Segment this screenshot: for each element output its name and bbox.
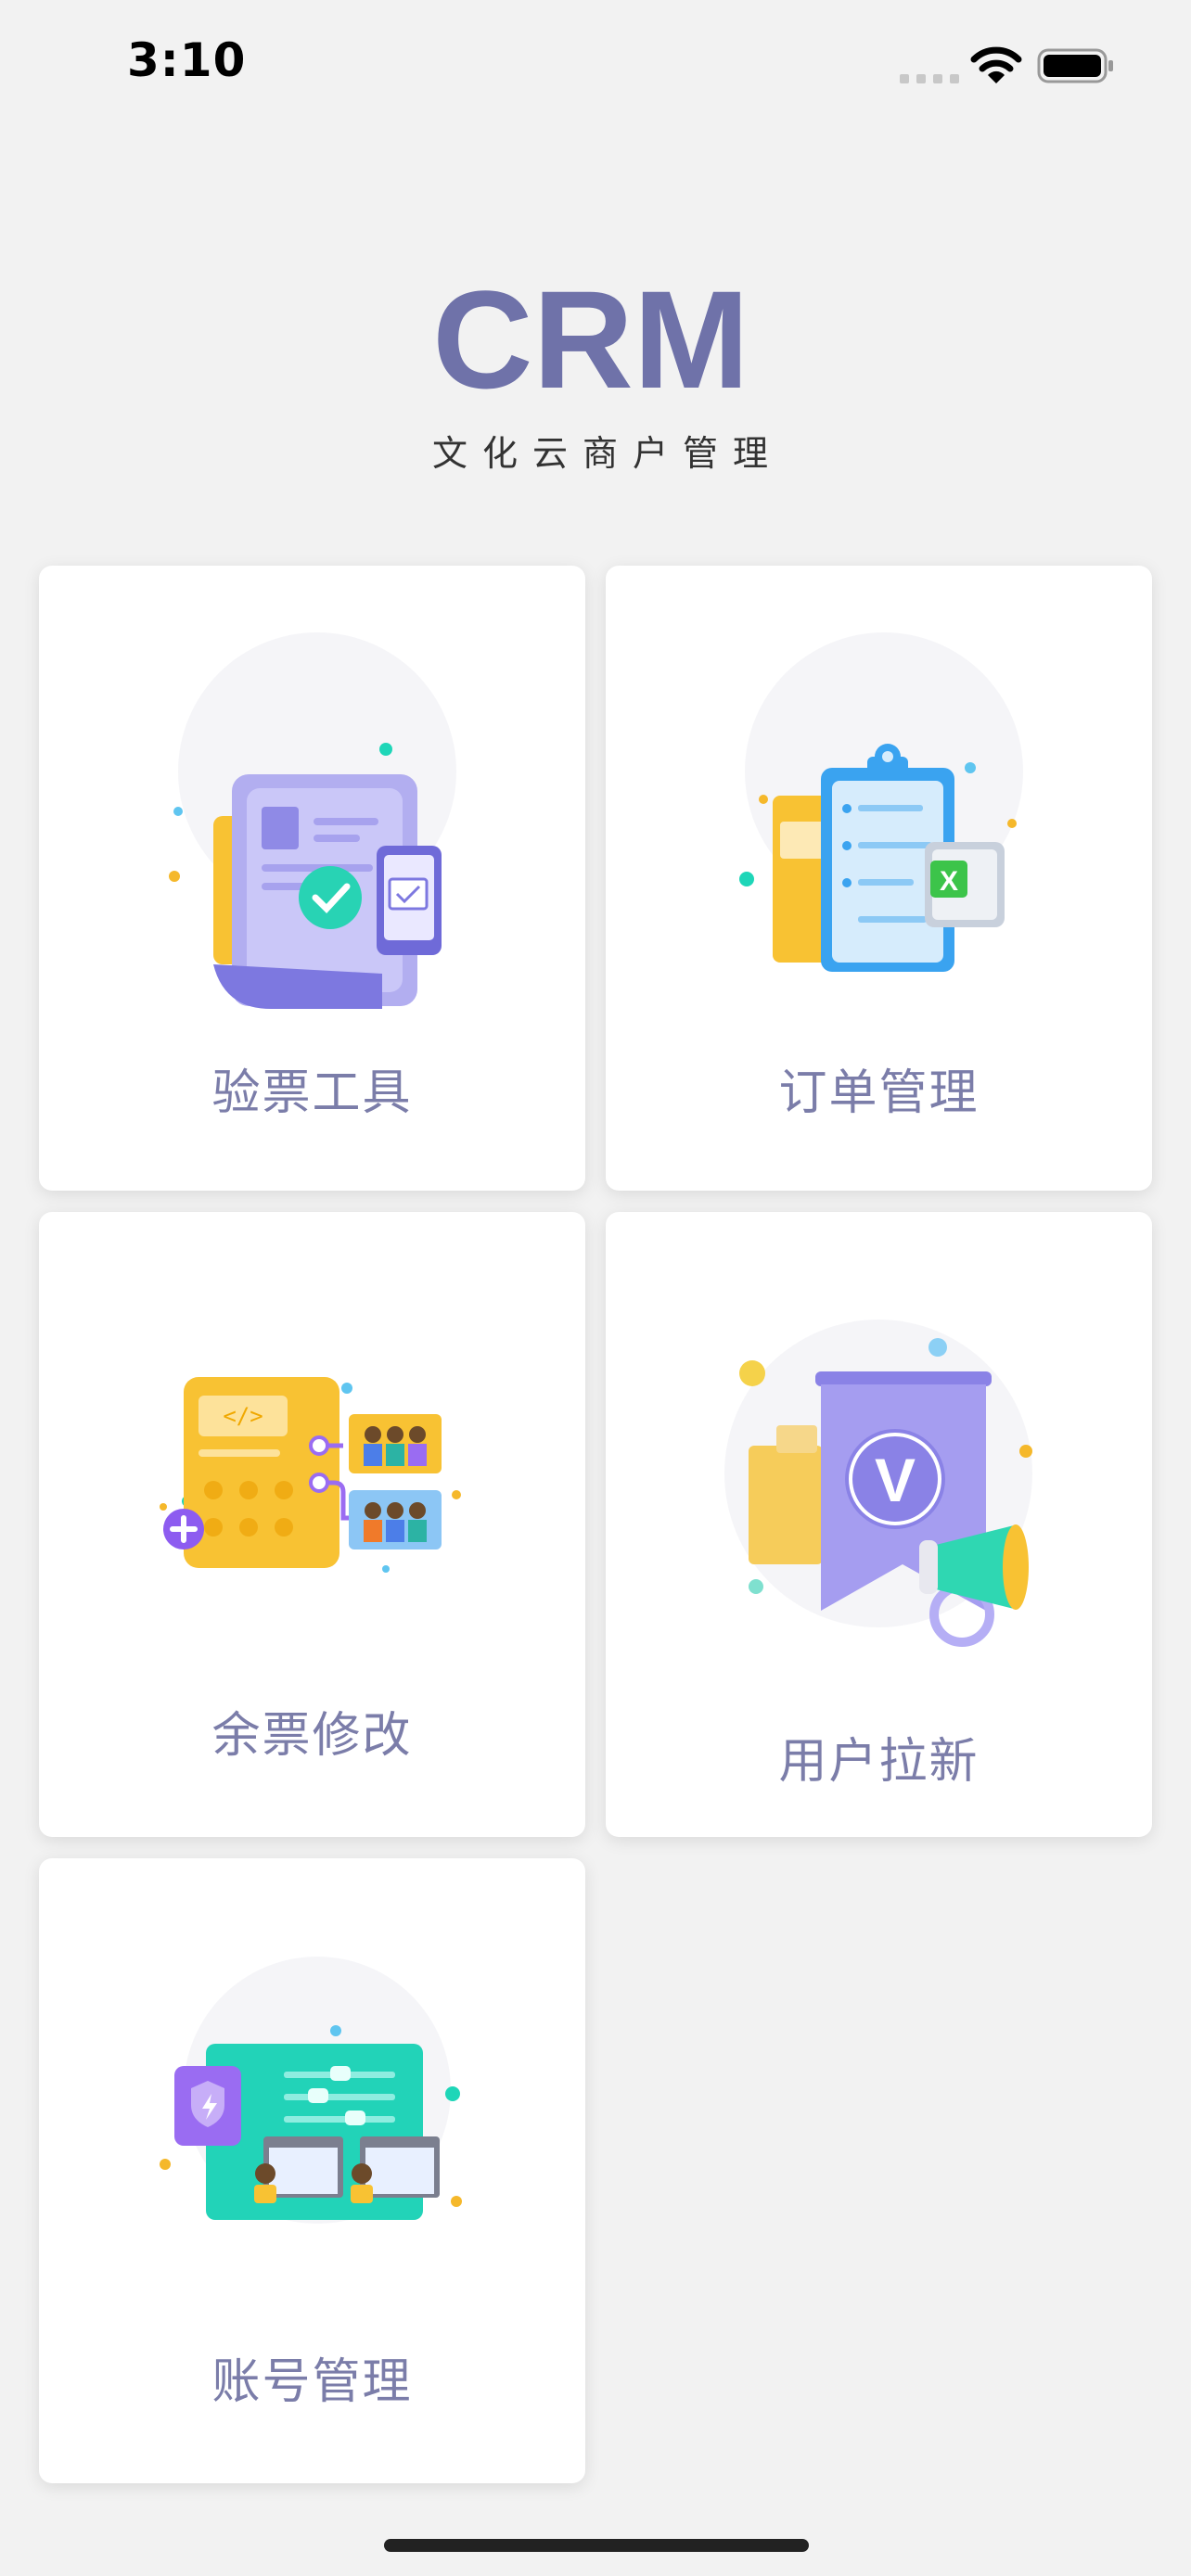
menu-card-account-management[interactable]: 账号管理 [39, 1858, 585, 2483]
menu-card-label: 订单管理 [778, 1065, 980, 1121]
svg-text:</>: </> [223, 1403, 263, 1429]
logo-text: CRM [438, 274, 744, 404]
menu-card-label: 余票修改 [211, 1708, 413, 1764]
menu-card-ticket-modify[interactable]: </> 余票修改 [39, 1212, 585, 1837]
menu-card-ticket-check[interactable]: 验票工具 [39, 566, 585, 1191]
svg-text:V: V [875, 1446, 916, 1514]
menu-card-order-management[interactable]: X 订单管理 [606, 566, 1152, 1191]
menu-card-label: 账号管理 [211, 2354, 413, 2410]
status-time: 3:10 [127, 33, 247, 87]
battery-icon [1037, 48, 1113, 83]
crm-logo: CRM [438, 274, 744, 404]
cellular-signal-icon [900, 74, 959, 83]
menu-card-label: 验票工具 [211, 1065, 413, 1121]
status-bar: 3:10 [0, 0, 1191, 130]
home-indicator[interactable] [384, 2539, 809, 2552]
menu-card-label: 用户拉新 [778, 1734, 980, 1790]
menu-card-user-acquisition[interactable]: V 用户拉新 [606, 1212, 1152, 1837]
svg-text:X: X [940, 866, 958, 897]
wifi-icon [970, 46, 1022, 83]
app-subtitle: 文化云商户管理 [432, 433, 784, 474]
